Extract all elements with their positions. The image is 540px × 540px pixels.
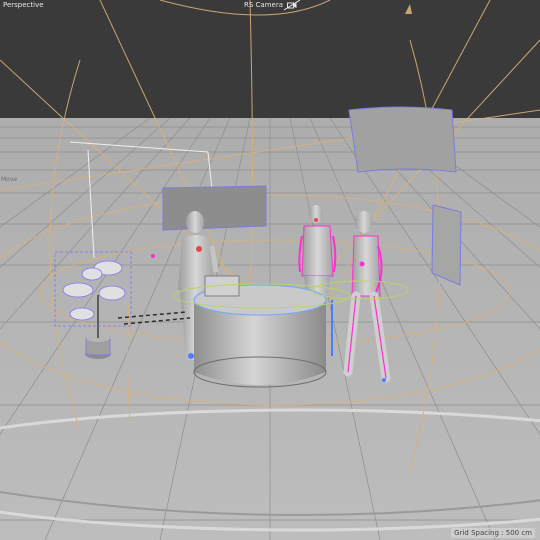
viewport-view-name[interactable]: Perspective	[3, 1, 44, 10]
backdrop-panel-right-top	[348, 106, 457, 173]
backdrop-panel-right	[431, 204, 462, 286]
grid-spacing-info: Grid Spacing : 500 cm	[451, 528, 535, 538]
active-camera-name[interactable]: RS Camera	[244, 1, 283, 10]
side-move-label: Move	[1, 176, 18, 183]
scene-canvas[interactable]	[0, 0, 540, 540]
backdrop-panel-center	[162, 185, 267, 231]
sky-background	[0, 0, 540, 120]
camera-icon[interactable]	[287, 1, 297, 9]
podium-cylinder	[193, 275, 327, 388]
3d-viewport[interactable]: Perspective RS Camera Move Grid Spacing …	[0, 0, 540, 540]
